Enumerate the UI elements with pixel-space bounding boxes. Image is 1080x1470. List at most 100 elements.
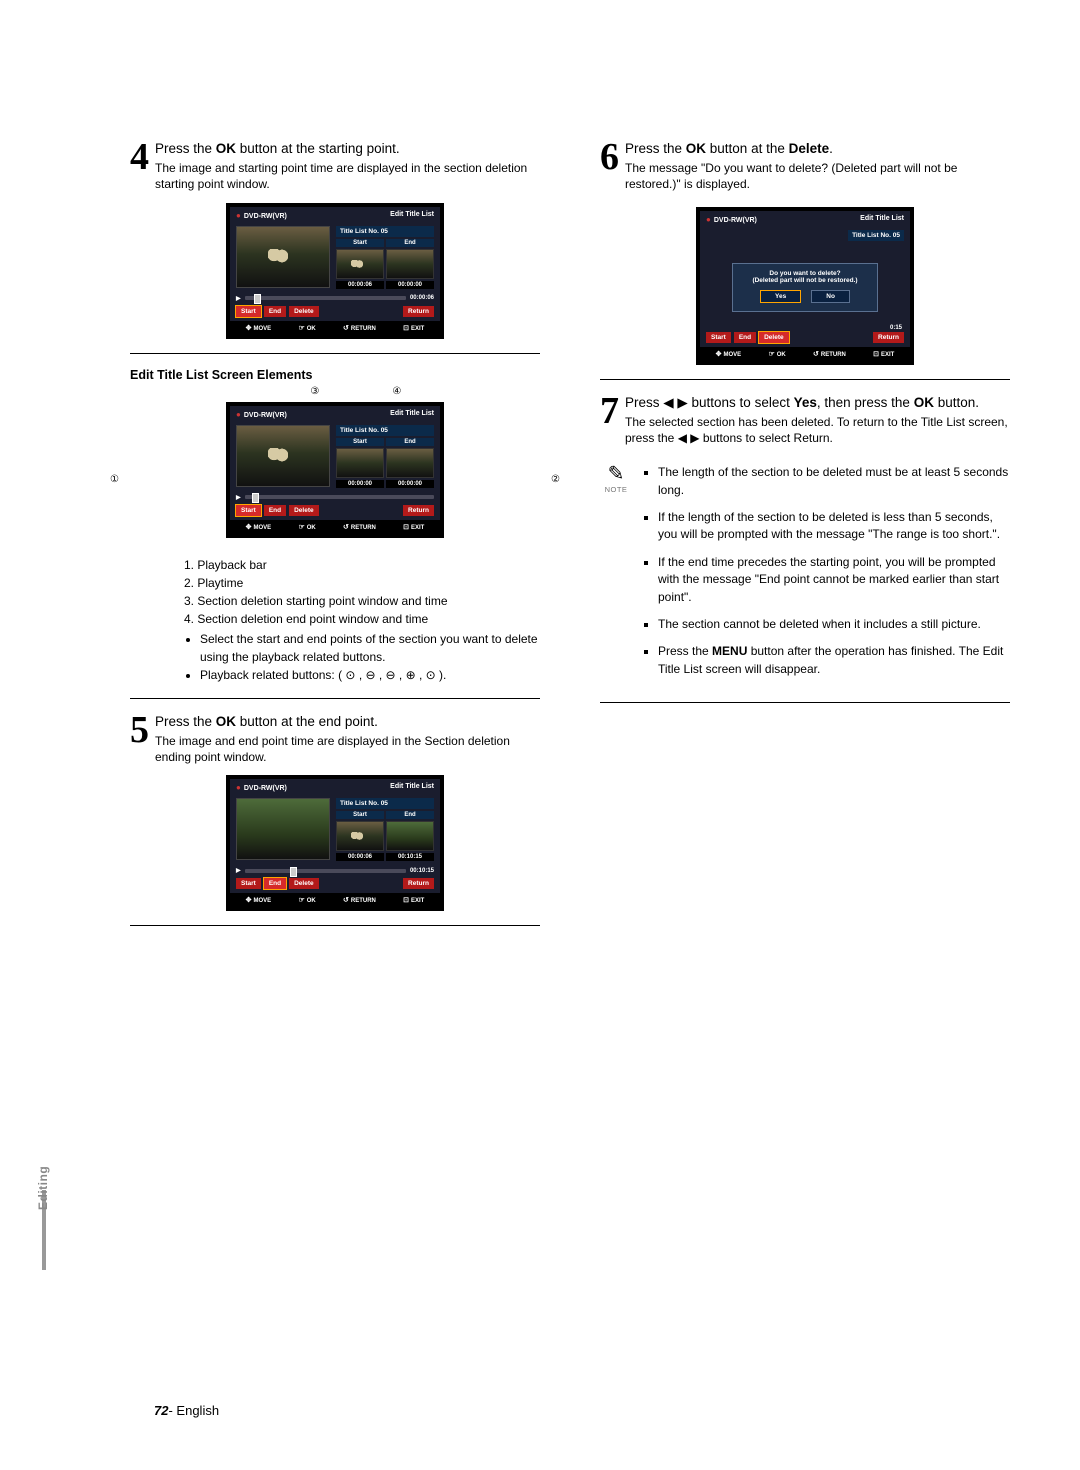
start-button[interactable]: Start <box>236 306 261 317</box>
start-time: 00:00:00 <box>336 480 384 488</box>
main-preview <box>236 226 330 288</box>
return-hint: ↺RETURN <box>343 324 376 332</box>
disc-label: DVD-RW(VR) <box>236 410 287 419</box>
title-list-number: Title List No. 05 <box>848 230 904 241</box>
return-button[interactable]: Return <box>403 878 434 889</box>
divider <box>600 379 1010 380</box>
screenshot-step-5: DVD-RW(VR) Edit Title List Title List No… <box>130 775 540 911</box>
text: Press the <box>155 141 216 156</box>
delete-button[interactable]: Delete <box>289 878 319 889</box>
end-button[interactable]: End <box>264 505 286 516</box>
callout-2: ② <box>551 474 560 485</box>
start-time: 00:00:06 <box>336 281 384 289</box>
text: button at the end point. <box>236 714 378 729</box>
yes-button[interactable]: Yes <box>760 290 801 303</box>
end-header: End <box>386 811 434 819</box>
end-button[interactable]: End <box>734 332 756 343</box>
callout-3: ③ <box>310 386 319 397</box>
text: Press the <box>155 714 216 729</box>
screen-title: Edit Title List <box>860 215 904 224</box>
start-button[interactable]: Start <box>236 878 261 889</box>
delete-button[interactable]: Delete <box>759 332 789 343</box>
playback-bar <box>245 495 434 499</box>
text: Press ◀ ▶ buttons to select <box>625 395 794 410</box>
end-button[interactable]: End <box>264 306 286 317</box>
start-header: Start <box>336 811 384 819</box>
return-button[interactable]: Return <box>403 505 434 516</box>
step-7-number: 7 <box>600 394 619 428</box>
total-time: 00:00:06 <box>410 295 434 301</box>
step-5-subtext: The image and end point time are display… <box>155 733 540 765</box>
screenshot-elements: ③ ④ ① ② DVD-RW(VR) Edit Title List Title… <box>130 402 540 538</box>
start-button[interactable]: Start <box>236 505 261 516</box>
note-item: The section cannot be deleted when it in… <box>658 616 1010 633</box>
move-hint: ✥MOVE <box>246 523 272 531</box>
right-column: 6 Press the OK button at the Delete. The… <box>600 140 1010 1470</box>
return-button[interactable]: Return <box>873 332 904 343</box>
start-thumb <box>336 821 384 851</box>
chapter-tab: Editing <box>36 1166 50 1210</box>
screenshot-step-6: DVD-RW(VR) Edit Title List Title List No… <box>600 207 1010 365</box>
ok-label: OK <box>216 141 236 156</box>
exit-hint: ⊡EXIT <box>403 324 424 332</box>
play-icon <box>236 867 241 874</box>
legend-item: 4. Section deletion end point window and… <box>184 610 540 628</box>
legend-subitem: Select the start and end points of the s… <box>200 630 540 666</box>
step-7: 7 Press ◀ ▶ buttons to select Yes, then … <box>600 394 1010 447</box>
start-header: Start <box>336 239 384 247</box>
return-hint: ↺RETURN <box>343 896 376 904</box>
ok-hint: ☞OK <box>298 523 315 531</box>
no-button[interactable]: No <box>811 290 850 303</box>
disc-label: DVD-RW(VR) <box>706 215 757 224</box>
screen-title: Edit Title List <box>390 410 434 419</box>
start-header: Start <box>336 438 384 446</box>
start-button[interactable]: Start <box>706 332 731 343</box>
total-time: 0:15 <box>890 325 902 331</box>
page-number: 72 <box>154 1403 168 1418</box>
callout-1: ① <box>110 474 119 485</box>
end-thumb <box>386 448 434 478</box>
title-list-number: Title List No. 05 <box>336 798 434 809</box>
elements-legend: 1. Playback bar 2. Playtime 3. Section d… <box>184 556 540 684</box>
note-item: The length of the section to be deleted … <box>658 464 1010 499</box>
exit-hint: ⊡EXIT <box>403 523 424 531</box>
start-time: 00:00:06 <box>336 853 384 861</box>
return-button[interactable]: Return <box>403 306 434 317</box>
note-item: If the length of the section to be delet… <box>658 509 1010 544</box>
divider <box>130 925 540 926</box>
note-item: Press the MENU button after the operatio… <box>658 643 1010 678</box>
step-4-subtext: The image and starting point time are di… <box>155 160 540 192</box>
confirm-dialog: Do you want to delete? (Deleted part wil… <box>732 263 878 312</box>
dialog-line-1: Do you want to delete? <box>743 270 867 277</box>
end-thumb <box>386 821 434 851</box>
playback-bar <box>245 869 406 873</box>
text: Press the <box>625 141 686 156</box>
legend-item: 2. Playtime <box>184 574 540 592</box>
end-button[interactable]: End <box>264 878 286 889</box>
step-5: 5 Press the OK button at the end point. … <box>130 713 540 766</box>
step-5-number: 5 <box>130 713 149 747</box>
end-header: End <box>386 239 434 247</box>
step-4: 4 Press the OK button at the starting po… <box>130 140 540 193</box>
end-thumb <box>386 249 434 279</box>
return-hint: ↺RETURN <box>813 350 846 358</box>
disc-label: DVD-RW(VR) <box>236 211 287 220</box>
left-column: 4 Press the OK button at the starting po… <box>130 140 540 1470</box>
ok-label: OK <box>686 141 706 156</box>
step-7-subtext: The selected section has been deleted. T… <box>625 414 1010 446</box>
playback-bar <box>245 296 406 300</box>
move-hint: ✥MOVE <box>246 896 272 904</box>
screen-title: Edit Title List <box>390 211 434 220</box>
disc-label: DVD-RW(VR) <box>236 783 287 792</box>
divider <box>130 353 540 354</box>
end-time: 00:00:00 <box>386 281 434 289</box>
divider <box>130 698 540 699</box>
delete-button[interactable]: Delete <box>289 505 319 516</box>
note-block: ✎ NOTE The length of the section to be d… <box>600 464 1010 688</box>
exit-hint: ⊡EXIT <box>403 896 424 904</box>
step-4-number: 4 <box>130 140 149 174</box>
delete-button[interactable]: Delete <box>289 306 319 317</box>
ok-label: OK <box>216 714 236 729</box>
legend-item: 3. Section deletion starting point windo… <box>184 592 540 610</box>
note-icon: ✎ NOTE <box>600 464 632 494</box>
